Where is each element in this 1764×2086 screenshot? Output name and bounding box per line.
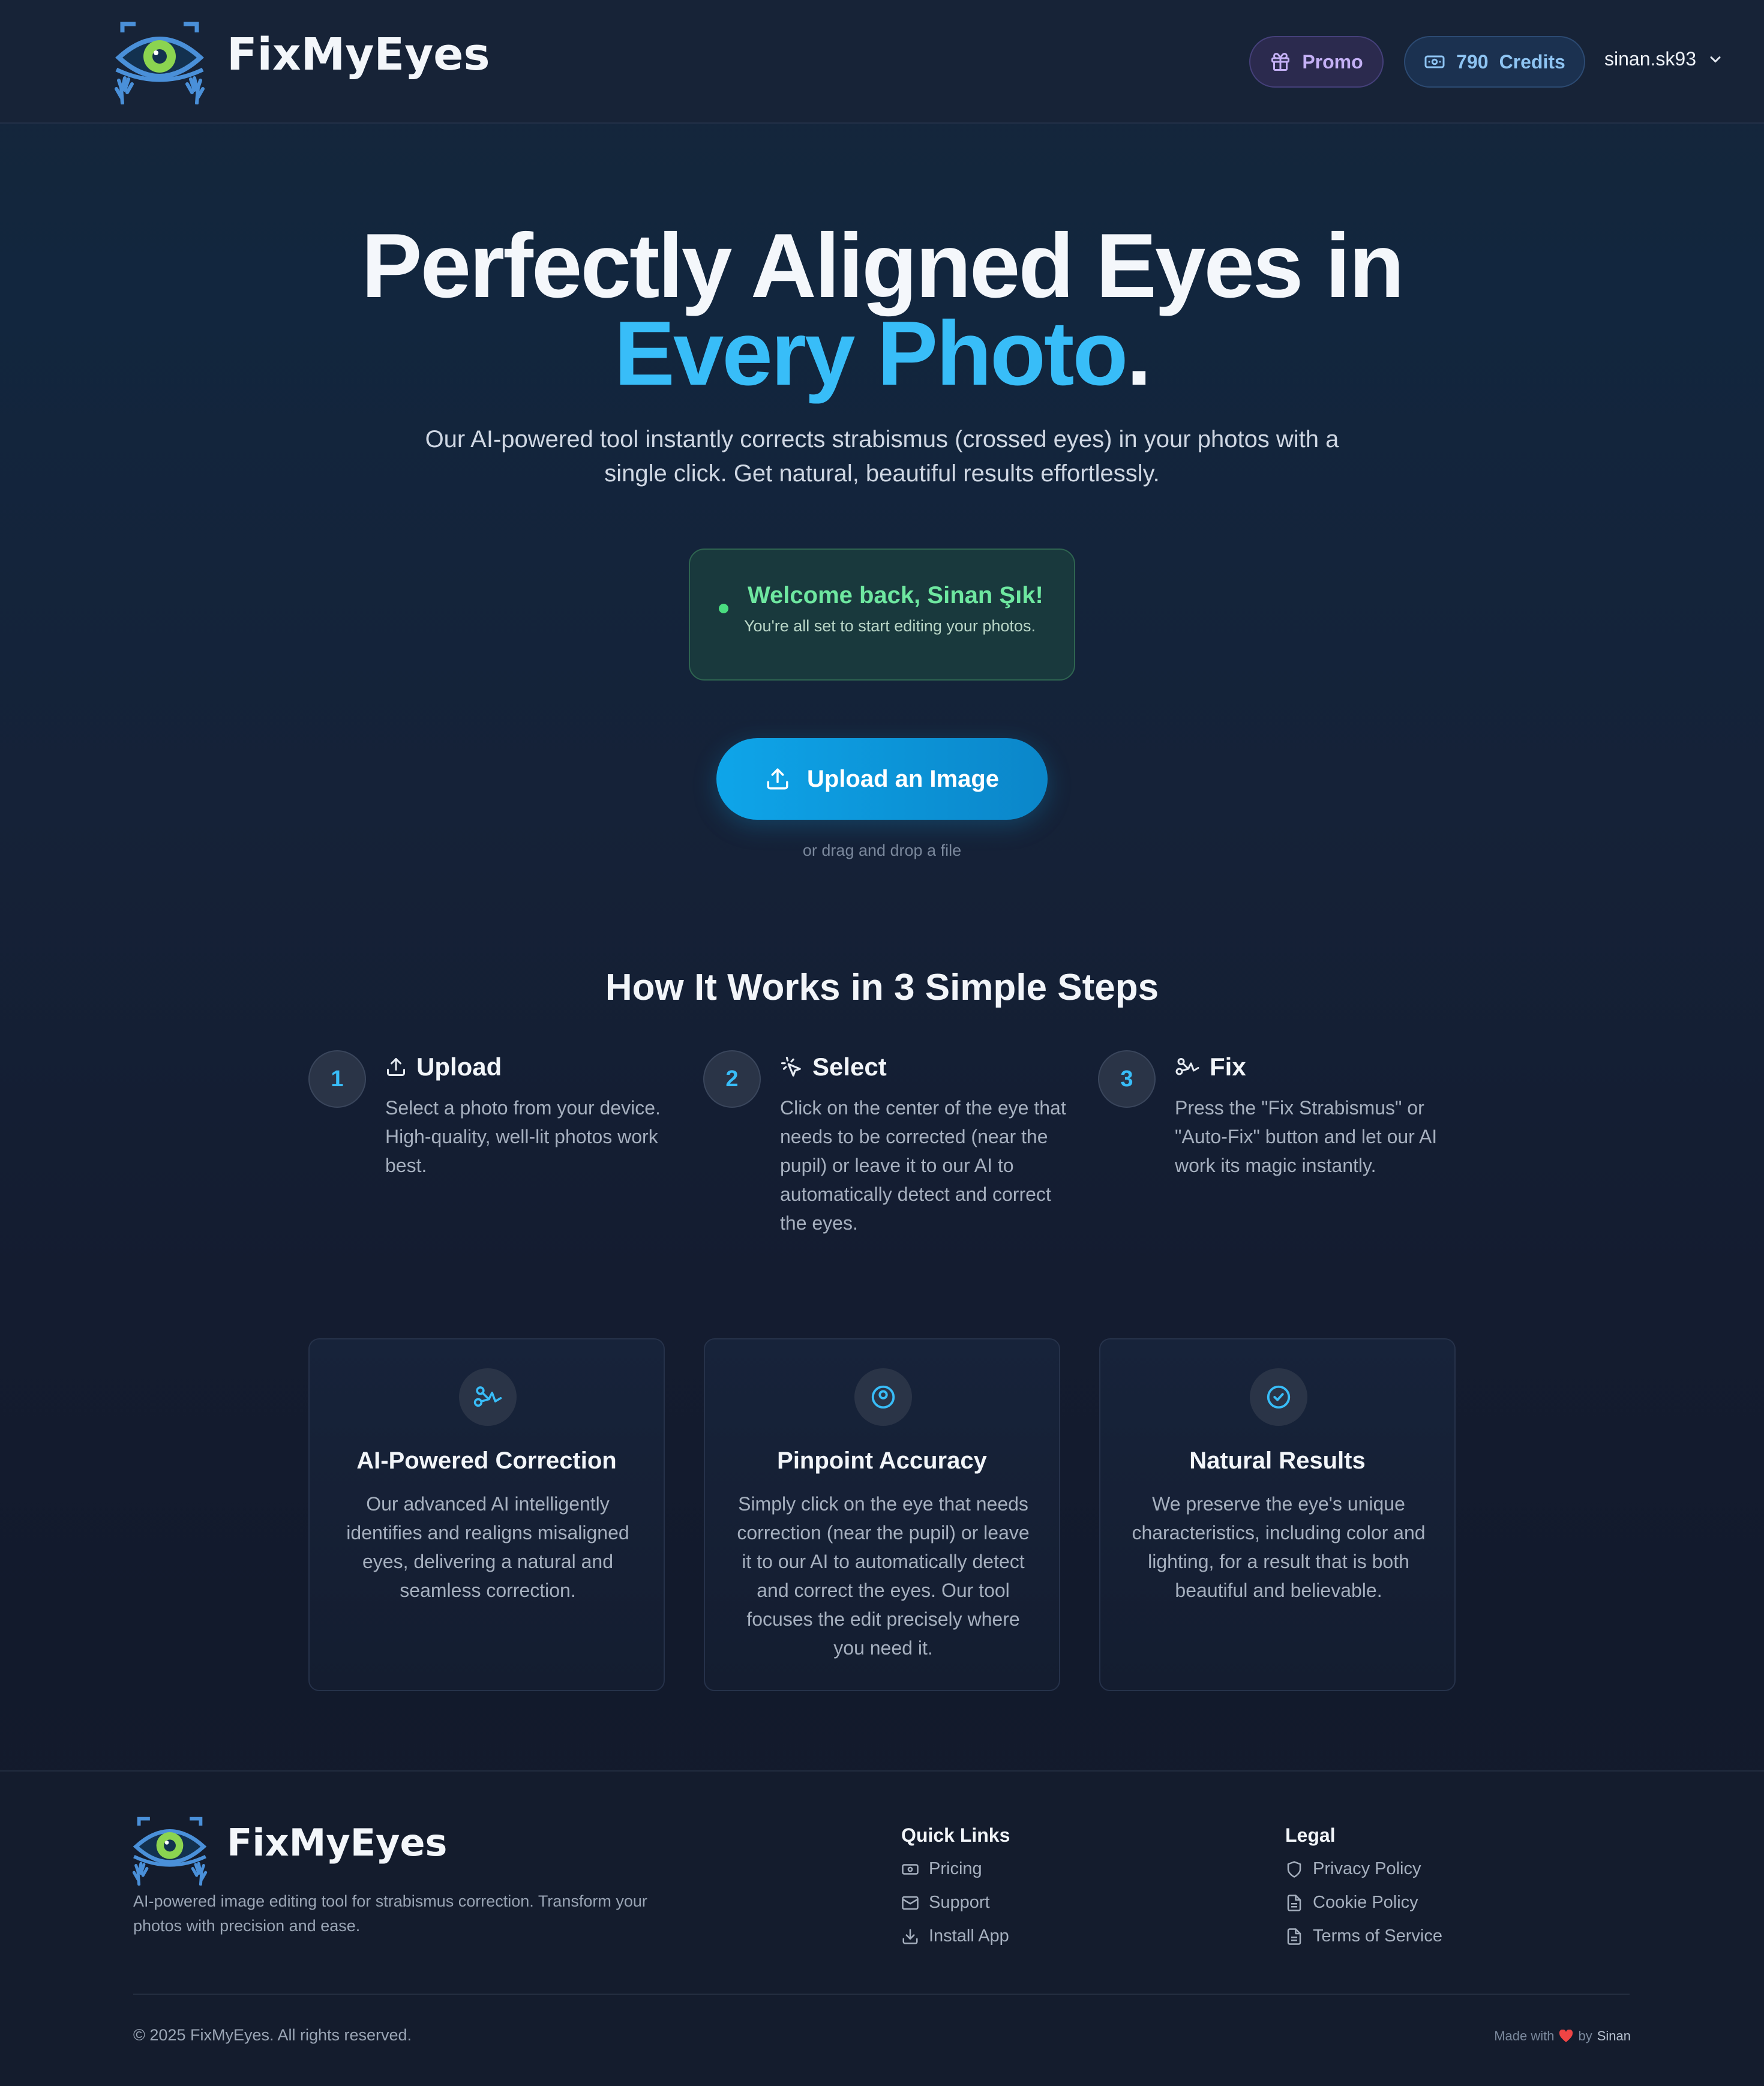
gift-icon <box>1271 52 1290 71</box>
feature-description: We preserve the eye's unique characteris… <box>1132 1493 1426 1601</box>
footer-link-label: Install App <box>929 1926 1009 1946</box>
step-heading: Upload <box>385 1053 502 1081</box>
pointer-click-icon <box>781 1056 801 1077</box>
feature-card-pinpoint-accuracy: Pinpoint Accuracy Simply click on the ey… <box>704 1338 1060 1691</box>
brand-name[interactable]: FixMyEyes <box>227 29 490 80</box>
document-icon <box>1287 1894 1301 1911</box>
feature-title: Pinpoint Accuracy <box>777 1447 987 1474</box>
magic-icon <box>1175 1058 1199 1075</box>
footer-description: AI-powered image editing tool for strabi… <box>133 1892 647 1935</box>
credits-label: Credits <box>1499 50 1565 73</box>
footer-link-cookie-policy[interactable]: Cookie Policy <box>1285 1893 1418 1913</box>
made-by-text: by <box>1578 2028 1592 2043</box>
feature-icon-wrap <box>459 1368 517 1426</box>
document-icon <box>1287 1928 1301 1945</box>
step-number: 1 <box>308 1050 366 1108</box>
footer-brand-name[interactable]: FixMyEyes <box>227 1821 447 1865</box>
banknote-icon <box>902 1863 919 1875</box>
made-with-credit: Made with by Sinan <box>1494 2028 1631 2044</box>
steps-heading: How It Works in 3 Simple Steps <box>605 967 1159 1008</box>
magic-icon <box>473 1386 502 1407</box>
step-description: Press the "Fix Strabismus" or "Auto-Fix"… <box>1175 1097 1438 1176</box>
feature-icon-wrap <box>1250 1368 1307 1426</box>
check-circle-icon <box>1267 1385 1291 1409</box>
hero-lead-text: Our AI-powered tool instantly corrects s… <box>425 426 1339 487</box>
target-icon <box>871 1385 895 1409</box>
step-title: Upload <box>416 1053 502 1081</box>
footer-link-label: Privacy Policy <box>1313 1859 1421 1878</box>
step-number: 2 <box>703 1050 761 1108</box>
promo-button[interactable]: Promo <box>1249 36 1384 88</box>
hero-title-line1: Perfectly Aligned Eyes in <box>361 215 1405 317</box>
feature-icon-wrap <box>854 1368 912 1426</box>
eye-logo-icon[interactable] <box>132 1814 208 1886</box>
welcome-subtitle: You're all set to start editing your pho… <box>744 617 1036 635</box>
footer: FixMyEyes AI-powered image editing tool … <box>0 1770 1764 2086</box>
credits-button[interactable]: 790 Credits <box>1404 36 1585 88</box>
footer-divider <box>133 1994 1630 1995</box>
drag-drop-hint: or drag and drop a file <box>802 841 962 859</box>
upload-button-label: Upload an Image <box>806 765 1000 792</box>
eye-logo-icon[interactable] <box>114 18 205 104</box>
feature-card-ai-correction: AI-Powered Correction Our advanced AI in… <box>308 1338 665 1691</box>
step-heading: Fix <box>1175 1053 1246 1081</box>
footer-link-support[interactable]: Support <box>901 1893 990 1913</box>
feature-description: Simply click on the eye that needs corre… <box>737 1493 1030 1659</box>
step-title: Select <box>812 1053 887 1081</box>
feature-title: AI-Powered Correction <box>356 1447 617 1474</box>
hero-title-period: . <box>1126 302 1151 404</box>
step-title: Fix <box>1210 1053 1246 1081</box>
upload-image-button[interactable]: Upload an Image <box>716 738 1048 820</box>
upload-icon <box>767 768 788 790</box>
step-number: 3 <box>1098 1050 1156 1108</box>
shield-icon <box>1287 1860 1301 1878</box>
status-dot <box>719 604 728 613</box>
footer-link-install-app[interactable]: Install App <box>901 1926 1009 1946</box>
credits-count: 790 <box>1456 50 1489 73</box>
heart-icon <box>1559 2030 1573 2042</box>
mail-icon <box>902 1896 919 1910</box>
welcome-title: Welcome back, Sinan Şık! <box>748 582 1043 609</box>
chevron-down-icon <box>1710 56 1721 63</box>
username: sinan.sk93 <box>1604 48 1696 70</box>
step-description: Click on the center of the eye that need… <box>780 1097 1066 1234</box>
download-icon <box>902 1929 918 1944</box>
footer-link-terms-of-service[interactable]: Terms of Service <box>1285 1926 1442 1946</box>
step-heading: Select <box>780 1053 887 1081</box>
copyright-text: © 2025 FixMyEyes. All rights reserved. <box>133 2026 412 2044</box>
promo-label: Promo <box>1302 50 1363 73</box>
author-link[interactable]: Sinan <box>1597 2028 1631 2044</box>
hero-title-highlight: Every Photo <box>614 302 1128 404</box>
made-with-text: Made with <box>1494 2028 1555 2043</box>
footer-link-label: Terms of Service <box>1313 1926 1442 1946</box>
top-navbar: FixMyEyes Promo 790 Credits sinan.sk93 <box>0 0 1764 124</box>
footer-link-label: Support <box>929 1893 990 1912</box>
user-menu[interactable]: sinan.sk93 <box>1604 48 1724 70</box>
feature-title: Natural Results <box>1189 1447 1366 1474</box>
banknote-icon <box>1424 55 1445 68</box>
footer-link-label: Pricing <box>929 1859 982 1878</box>
hero-title-line2: Every Photo. <box>0 308 1764 399</box>
footer-link-privacy-policy[interactable]: Privacy Policy <box>1285 1859 1421 1879</box>
feature-description: Our advanced AI intelligently identifies… <box>346 1493 629 1601</box>
feature-card-natural-results: Natural Results We preserve the eye's un… <box>1099 1338 1456 1691</box>
legal-heading: Legal <box>1285 1824 1336 1846</box>
upload-icon <box>387 1058 405 1076</box>
quick-links-heading: Quick Links <box>901 1824 1010 1846</box>
footer-link-pricing[interactable]: Pricing <box>901 1859 982 1879</box>
welcome-banner: Welcome back, Sinan Şık! You're all set … <box>689 549 1075 681</box>
step-description: Select a photo from your device. High-qu… <box>385 1097 661 1176</box>
footer-link-label: Cookie Policy <box>1313 1893 1418 1912</box>
